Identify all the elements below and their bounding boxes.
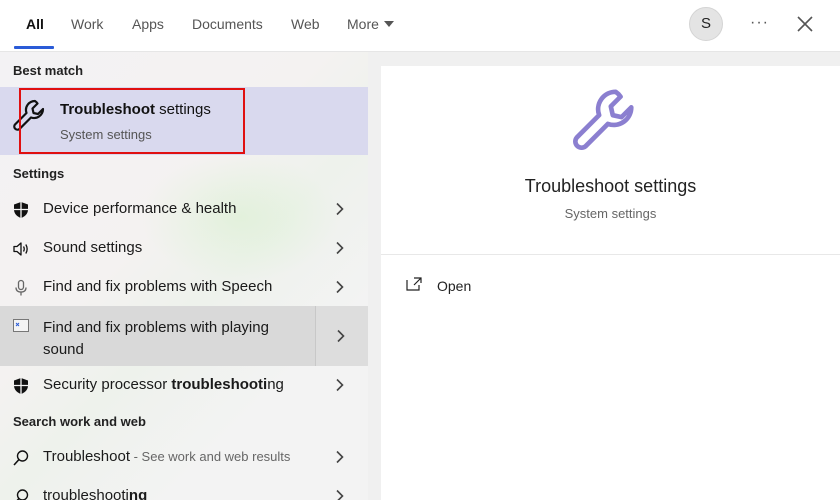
- web-result-label: troubleshooting: [43, 487, 147, 500]
- tab-all[interactable]: All: [26, 15, 44, 37]
- section-search-web: Search work and web: [13, 414, 146, 429]
- search-icon: [13, 450, 29, 466]
- preview-title: Troubleshoot settings: [524, 176, 697, 196]
- open-action[interactable]: Open: [437, 278, 471, 294]
- tab-apps[interactable]: Apps: [132, 15, 164, 37]
- caret-down-icon: [383, 21, 394, 27]
- open-icon[interactable]: [406, 277, 422, 291]
- settings-item-sound[interactable]: Sound settings: [0, 229, 368, 268]
- settings-item-label: Sound settings: [43, 239, 143, 256]
- chevron-right-icon: [336, 489, 344, 500]
- user-avatar[interactable]: S: [689, 7, 723, 41]
- label-pre: Security processor: [43, 376, 172, 393]
- chevron-right-icon: [336, 280, 344, 294]
- chevron-right-icon: [337, 329, 345, 343]
- web-result-text: troubleshooti: [43, 487, 129, 500]
- tab-more[interactable]: More: [347, 15, 394, 37]
- active-tab-indicator: [14, 46, 54, 49]
- shield-icon: [14, 202, 28, 218]
- chevron-right-icon: [336, 202, 344, 216]
- chevron-right-icon: [336, 378, 344, 392]
- settings-item-device-performance[interactable]: Device performance & health: [0, 190, 368, 229]
- settings-item-label: Security processor troubleshooting: [43, 376, 284, 393]
- divider: [381, 254, 840, 255]
- shield-icon: [14, 378, 28, 394]
- label-bold: troubleshooti: [171, 376, 268, 393]
- web-result-troubleshooting[interactable]: troubleshooting: [0, 477, 368, 500]
- section-settings: Settings: [13, 166, 65, 181]
- preview-subtitle: System settings: [564, 206, 657, 221]
- troubleshooter-app-icon: [13, 319, 29, 332]
- settings-item-label: Find and fix problems with Speech: [43, 278, 273, 295]
- chevron-right-icon: [336, 450, 344, 464]
- settings-item-label: Find and fix problems with playing sound: [43, 319, 269, 358]
- settings-item-security-processor[interactable]: Security processor troubleshooting: [0, 366, 368, 405]
- expand-details-button[interactable]: [315, 306, 368, 366]
- settings-item-label: Device performance & health: [43, 200, 237, 217]
- wrench-icon: [573, 89, 634, 151]
- web-result-label: Troubleshoot - See work and web results: [43, 448, 290, 465]
- settings-item-playing-sound[interactable]: Find and fix problems with playing sound: [0, 306, 368, 366]
- tab-work[interactable]: Work: [71, 15, 103, 37]
- tab-documents[interactable]: Documents: [192, 15, 263, 37]
- web-result-troubleshoot[interactable]: Troubleshoot - See work and web results: [0, 438, 368, 477]
- tab-web[interactable]: Web: [291, 15, 320, 37]
- microphone-icon: [15, 279, 27, 296]
- chevron-right-icon: [336, 241, 344, 255]
- web-result-text: Troubleshoot: [43, 448, 130, 465]
- results-list: Best match Troubleshoot settings System …: [0, 52, 368, 500]
- web-result-subtext: - See work and web results: [130, 449, 291, 464]
- web-result-bold: ng: [128, 487, 148, 500]
- search-icon: [16, 489, 29, 500]
- preview-pane: Troubleshoot settings System settings Op…: [381, 66, 840, 500]
- label-post: ng: [267, 376, 284, 393]
- more-options-icon[interactable]: ···: [750, 14, 769, 32]
- settings-item-speech[interactable]: Find and fix problems with Speech: [0, 268, 368, 307]
- speaker-icon: [13, 242, 28, 256]
- best-match-highlight-box: [19, 88, 245, 154]
- search-tabs-bar: All Work Apps Documents Web More S ···: [0, 0, 840, 52]
- close-icon[interactable]: [794, 13, 816, 35]
- tab-more-label: More: [347, 16, 379, 32]
- section-best-match: Best match: [13, 63, 84, 78]
